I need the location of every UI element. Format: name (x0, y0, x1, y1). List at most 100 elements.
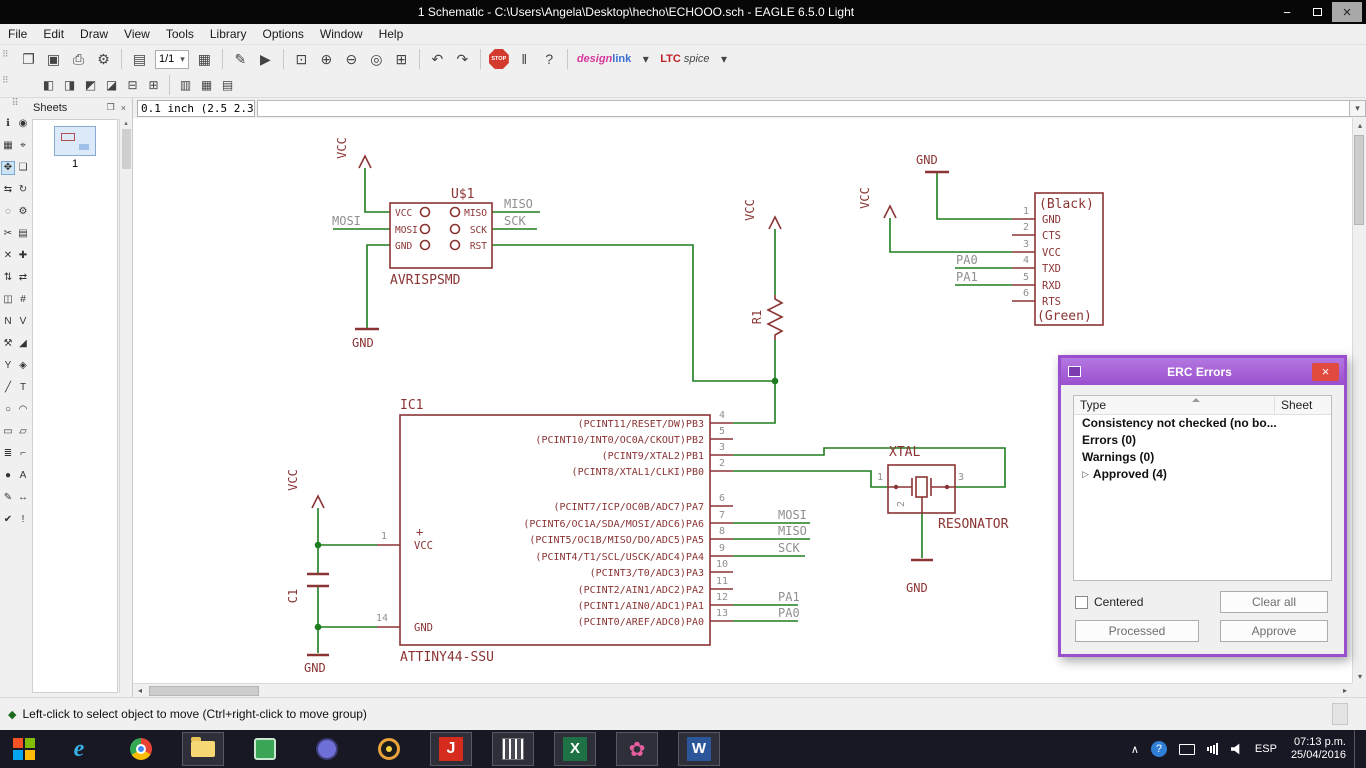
power-gnd-symbol[interactable]: GND (906, 558, 933, 595)
menu-window[interactable]: Window (312, 27, 371, 41)
designlink-dropdown-icon[interactable]: ▾ (636, 50, 655, 68)
tool-erc-icon[interactable]: ✔ (1, 513, 15, 527)
component-ic1-attiny44[interactable]: IC1 ATTINY44-SSU (PCINT11/RESET/DW)PB3 (… (376, 398, 733, 665)
taskbar-app-media[interactable] (368, 732, 410, 766)
scrollbar-thumb[interactable] (121, 129, 131, 169)
erc-column-sheet[interactable]: Sheet (1275, 396, 1331, 414)
tray-clock[interactable]: 07:13 p.m. 25/04/2016 (1291, 736, 1346, 762)
layout-3-icon[interactable]: ◩ (81, 76, 100, 94)
expand-triangle-icon[interactable]: ▷ (1082, 466, 1089, 483)
ic1-ref[interactable]: IC1 (400, 398, 423, 413)
junction-dot[interactable] (314, 623, 322, 631)
close-button[interactable]: × (1332, 2, 1362, 22)
centered-checkbox-row[interactable]: Centered (1075, 595, 1143, 609)
sheet-item-1[interactable]: 1 (45, 126, 105, 170)
net-wire-ic-power[interactable] (317, 508, 377, 653)
net-label-sck[interactable]: SCK (504, 214, 526, 228)
taskbar-app-chrome[interactable] (120, 732, 162, 766)
menu-help[interactable]: Help (371, 27, 412, 41)
tool-polygon-icon[interactable]: ▱ (16, 425, 30, 439)
processed-button[interactable]: Processed (1075, 620, 1199, 642)
net-label-sck[interactable]: SCK (778, 541, 800, 555)
scrollbar-thumb[interactable] (149, 685, 259, 696)
erc-close-button[interactable]: × (1312, 362, 1339, 381)
tray-help-icon[interactable]: ? (1150, 741, 1167, 757)
net-label-mosi[interactable]: MOSI (332, 214, 361, 228)
menu-draw[interactable]: Draw (72, 27, 116, 41)
menu-library[interactable]: Library (202, 27, 255, 41)
tool-invoke-icon[interactable]: ◈ (16, 359, 30, 373)
power-vcc-symbol[interactable]: VCC (743, 199, 782, 230)
net-label-pa0[interactable]: PA0 (778, 606, 800, 620)
horizontal-scrollbar[interactable]: ◂ ▸ (133, 683, 1352, 697)
tool-text-icon[interactable]: T (16, 381, 30, 395)
net-label-mosi[interactable]: MOSI (778, 508, 807, 522)
panel-view-1-icon[interactable]: ▥ (176, 76, 195, 94)
net-wire-xtal[interactable] (733, 447, 1006, 558)
sheets-scrollbar[interactable]: ▴ (119, 119, 132, 693)
scroll-up-icon[interactable]: ▴ (1353, 118, 1366, 132)
scroll-right-icon[interactable]: ▸ (1338, 684, 1352, 698)
layout-5-icon[interactable]: ⊟ (123, 76, 142, 94)
component-ftdi-header[interactable]: (Black) (Green) GND CTS VCC TXD RXD RTS … (1012, 192, 1104, 326)
vertical-scrollbar[interactable]: ▴ ▾ (1352, 118, 1366, 683)
board-switch-icon[interactable]: ▤ (128, 48, 151, 70)
designlink-button[interactable]: designlink (577, 53, 631, 65)
cam-processor-icon[interactable]: ⚙ (92, 48, 115, 70)
net-wire-gnd-u1[interactable] (366, 244, 390, 328)
tool-delete-icon[interactable]: ✕ (1, 249, 15, 263)
traffic-light-icon[interactable]: ‖ (513, 48, 536, 70)
junction-dot[interactable] (771, 377, 779, 385)
erc-results-table[interactable]: Type Sheet Consistency not checked (no b… (1073, 395, 1332, 581)
menu-view[interactable]: View (116, 27, 158, 41)
zoom-redraw-icon[interactable]: ◎ (365, 48, 388, 70)
layout-6-icon[interactable]: ⊞ (144, 76, 163, 94)
component-xtal-resonator[interactable]: XTAL RESONATOR 1 3 2 (877, 445, 1009, 532)
component-r1[interactable]: R1 (750, 295, 784, 340)
tool-smash-icon[interactable]: ⚒ (1, 337, 15, 351)
tool-mirror-icon[interactable]: ⇆ (1, 183, 15, 197)
scroll-left-icon[interactable]: ◂ (133, 684, 147, 698)
maximize-button[interactable] (1302, 2, 1332, 22)
tool-split-icon[interactable]: Y (1, 359, 15, 373)
net-wire-vcc-u1[interactable] (364, 168, 390, 213)
taskbar-app-explorer[interactable] (182, 732, 224, 766)
xtal-value[interactable]: RESONATOR (938, 517, 1009, 532)
start-button[interactable] (0, 730, 48, 768)
erc-errors-dialog[interactable]: ERC Errors × Type Sheet Consistency not … (1058, 355, 1347, 657)
tool-mark-icon[interactable]: ⌖ (16, 139, 30, 153)
tool-attribute-icon[interactable]: ✎ (1, 491, 15, 505)
tool-value-icon[interactable]: V (16, 315, 30, 329)
tray-language[interactable]: ESP (1255, 743, 1277, 755)
net-wire-ftdi[interactable] (889, 172, 1012, 286)
redo-icon[interactable]: ↷ (451, 48, 474, 70)
grid-settings-icon[interactable]: ▦ (193, 48, 216, 70)
tool-miter-icon[interactable]: ◢ (16, 337, 30, 351)
tool-pinswap-icon[interactable]: ⇅ (1, 271, 15, 285)
tool-gateswap-icon[interactable]: ⇄ (16, 271, 30, 285)
scrollbar-thumb[interactable] (1354, 135, 1364, 225)
erc-row-warnings[interactable]: Warnings (0) (1074, 449, 1331, 466)
zoom-out-icon[interactable]: ⊖ (340, 48, 363, 70)
tool-paste-icon[interactable]: ▤ (16, 227, 30, 241)
ic1-value[interactable]: ATTINY44-SSU (400, 650, 494, 665)
u1-value[interactable]: AVRISPSMD (390, 273, 461, 288)
ltc-spice-button[interactable]: LTC spice (660, 53, 709, 65)
tool-group-icon[interactable]: ◌ (1, 205, 15, 219)
stop-icon[interactable]: STOP (488, 49, 509, 69)
tool-info-icon[interactable]: ℹ (1, 117, 15, 131)
palette-grip[interactable]: ⠿ (0, 98, 30, 114)
panel-view-3-icon[interactable]: ▤ (218, 76, 237, 94)
help-icon[interactable]: ? (538, 48, 561, 70)
taskbar-app-jdownloader[interactable]: J (430, 732, 472, 766)
ltc-dropdown-icon[interactable]: ▾ (715, 50, 734, 68)
taskbar-app-mixer[interactable] (492, 732, 534, 766)
net-label-pa1[interactable]: PA1 (778, 590, 800, 604)
tool-label-icon[interactable]: A (16, 469, 30, 483)
taskbar-app-flower[interactable]: ✿ (616, 732, 658, 766)
command-input[interactable] (257, 99, 1350, 117)
tool-errors-icon[interactable]: ! (16, 513, 30, 527)
taskbar-app-ie[interactable]: e (58, 732, 100, 766)
component-c1[interactable]: C1 (286, 572, 329, 603)
close-panel-icon[interactable]: × (118, 103, 129, 113)
